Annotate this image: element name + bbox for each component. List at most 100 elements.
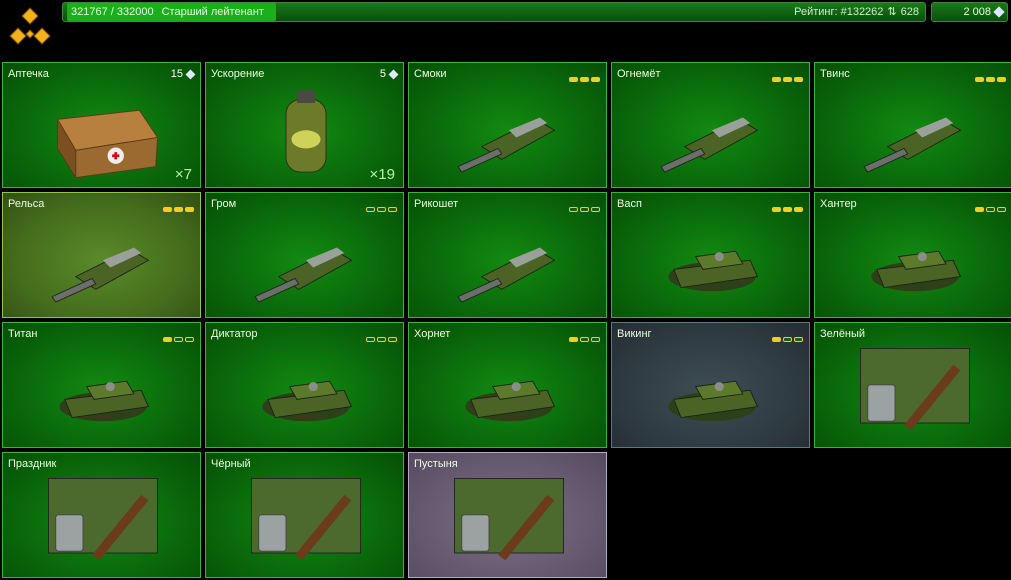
item-label: Хорнет [414,328,451,340]
experience-fill: 321767 / 332000 Старший лейтенант [67,3,276,21]
item-label: Рельса [8,198,45,210]
garage-item-9[interactable]: Васп [611,192,810,318]
garage-item-1[interactable]: Аптечка 15 ×7 [2,62,201,188]
upgrade-pip [377,207,386,212]
wasp-hull-icon [668,250,759,292]
upgrade-pip [794,77,803,82]
garage-item-8[interactable]: Рикошет [408,192,607,318]
upgrade-pip [580,337,589,342]
smoky-turret-icon [457,117,556,173]
dictator-hull-icon [262,380,353,422]
item-label: Гром [211,198,237,210]
railgun-turret-icon [51,247,150,303]
ricochet-turret-icon [457,247,556,303]
upgrade-pip [997,207,1006,212]
garage-item-7[interactable]: Гром [205,192,404,318]
garage-item-15[interactable]: Зелёный [814,322,1011,448]
item-label: Титан [8,328,38,340]
rating-label: Рейтинг: #132262 [794,6,884,18]
upgrade-pip [591,77,600,82]
upgrade-pip [783,337,792,342]
item-price-value: 15 [170,68,183,80]
nitro-icon [285,90,327,173]
rating-info: Рейтинг: #132262 ⇅ 628 [794,3,919,21]
upgrade-pip [783,207,792,212]
garage-item-16[interactable]: Праздник [2,452,201,578]
garage-item-13[interactable]: Хорнет [408,322,607,448]
item-label: Васп [617,198,642,210]
xp-text: 321767 / 332000 [71,6,154,18]
item-label: Твинс [820,68,850,80]
upgrade-pip [377,337,386,342]
upgrade-pip [569,337,578,342]
upgrade-pip [163,207,172,212]
item-label: Чёрный [211,458,251,470]
upgrade-pip [772,77,781,82]
garage-item-14[interactable]: Викинг [611,322,810,448]
upgrade-pip [794,207,803,212]
upgrade-pip [163,337,172,342]
garage-item-18[interactable]: Пустыня [408,452,607,578]
upgrade-pip [772,207,781,212]
item-price: 15 [170,68,196,80]
rank-badge-icon [9,7,51,45]
item-label: Зелёный [820,328,866,340]
upgrade-pip [794,337,803,342]
garage-item-11[interactable]: Титан [2,322,201,448]
upgrade-pip [388,207,397,212]
garage-item-6[interactable]: Рельса [2,192,201,318]
item-label: Викинг [617,328,652,340]
rank-name: Старший лейтенант [161,6,264,18]
rating-delta-icon: ⇅ [887,6,897,18]
garage-item-10[interactable]: Хантер [814,192,1011,318]
upgrade-pip [986,77,995,82]
upgrade-pip [997,77,1006,82]
upgrade-pip [569,207,578,212]
crystal-icon [185,69,196,80]
garage-item-17[interactable]: Чёрный [205,452,404,578]
paint-holiday-icon [48,478,158,561]
paint-desert-icon [454,478,564,561]
upgrade-pip [986,207,995,212]
item-label: Смоки [414,68,447,80]
item-label: Рикошет [414,198,459,210]
upgrade-pip [366,337,375,342]
twins-turret-icon [863,117,962,173]
item-label: Ускорение [211,68,265,80]
crystals-value: 2 008 [963,6,991,18]
upgrade-pip [580,77,589,82]
viking-hull-icon [668,380,759,422]
garage-item-4[interactable]: Огнемёт [611,62,810,188]
upgrade-pip [772,337,781,342]
experience-bar: 321767 / 332000 Старший лейтенант Рейтинг… [62,2,926,22]
garage-item-grid: Аптечка 15 ×7 Ускорение 5 ×19 Смоки Огнемёт Твин… [0,60,1011,580]
garage-item-5[interactable]: Твинс [814,62,1011,188]
paint-black-icon [251,478,361,561]
item-label: Праздник [8,458,57,470]
upgrade-pip [975,77,984,82]
crystals-counter: 2 008 [931,2,1008,22]
item-label: Огнемёт [617,68,661,80]
item-label: Диктатор [211,328,258,340]
upgrade-pip [975,207,984,212]
item-label: Аптечка [8,68,49,80]
item-price-value: 5 [379,68,386,80]
item-label: Хантер [820,198,857,210]
paint-green-icon [860,348,970,431]
upgrade-pip [366,207,375,212]
upgrade-pip [388,337,397,342]
garage-item-12[interactable]: Диктатор [205,322,404,448]
upgrade-pip [580,207,589,212]
item-quantity: ×7 [174,166,192,183]
upgrade-pip [591,337,600,342]
crystal-icon [993,6,1005,18]
crystal-icon [388,69,399,80]
garage-item-3[interactable]: Смоки [408,62,607,188]
upgrade-pip [569,77,578,82]
flamethrower-turret-icon [660,117,759,173]
thunder-turret-icon [254,247,353,303]
garage-item-2[interactable]: Ускорение 5 ×19 [205,62,404,188]
hornet-hull-icon [465,380,556,422]
upgrade-pip [174,207,183,212]
hunter-hull-icon [871,250,962,292]
